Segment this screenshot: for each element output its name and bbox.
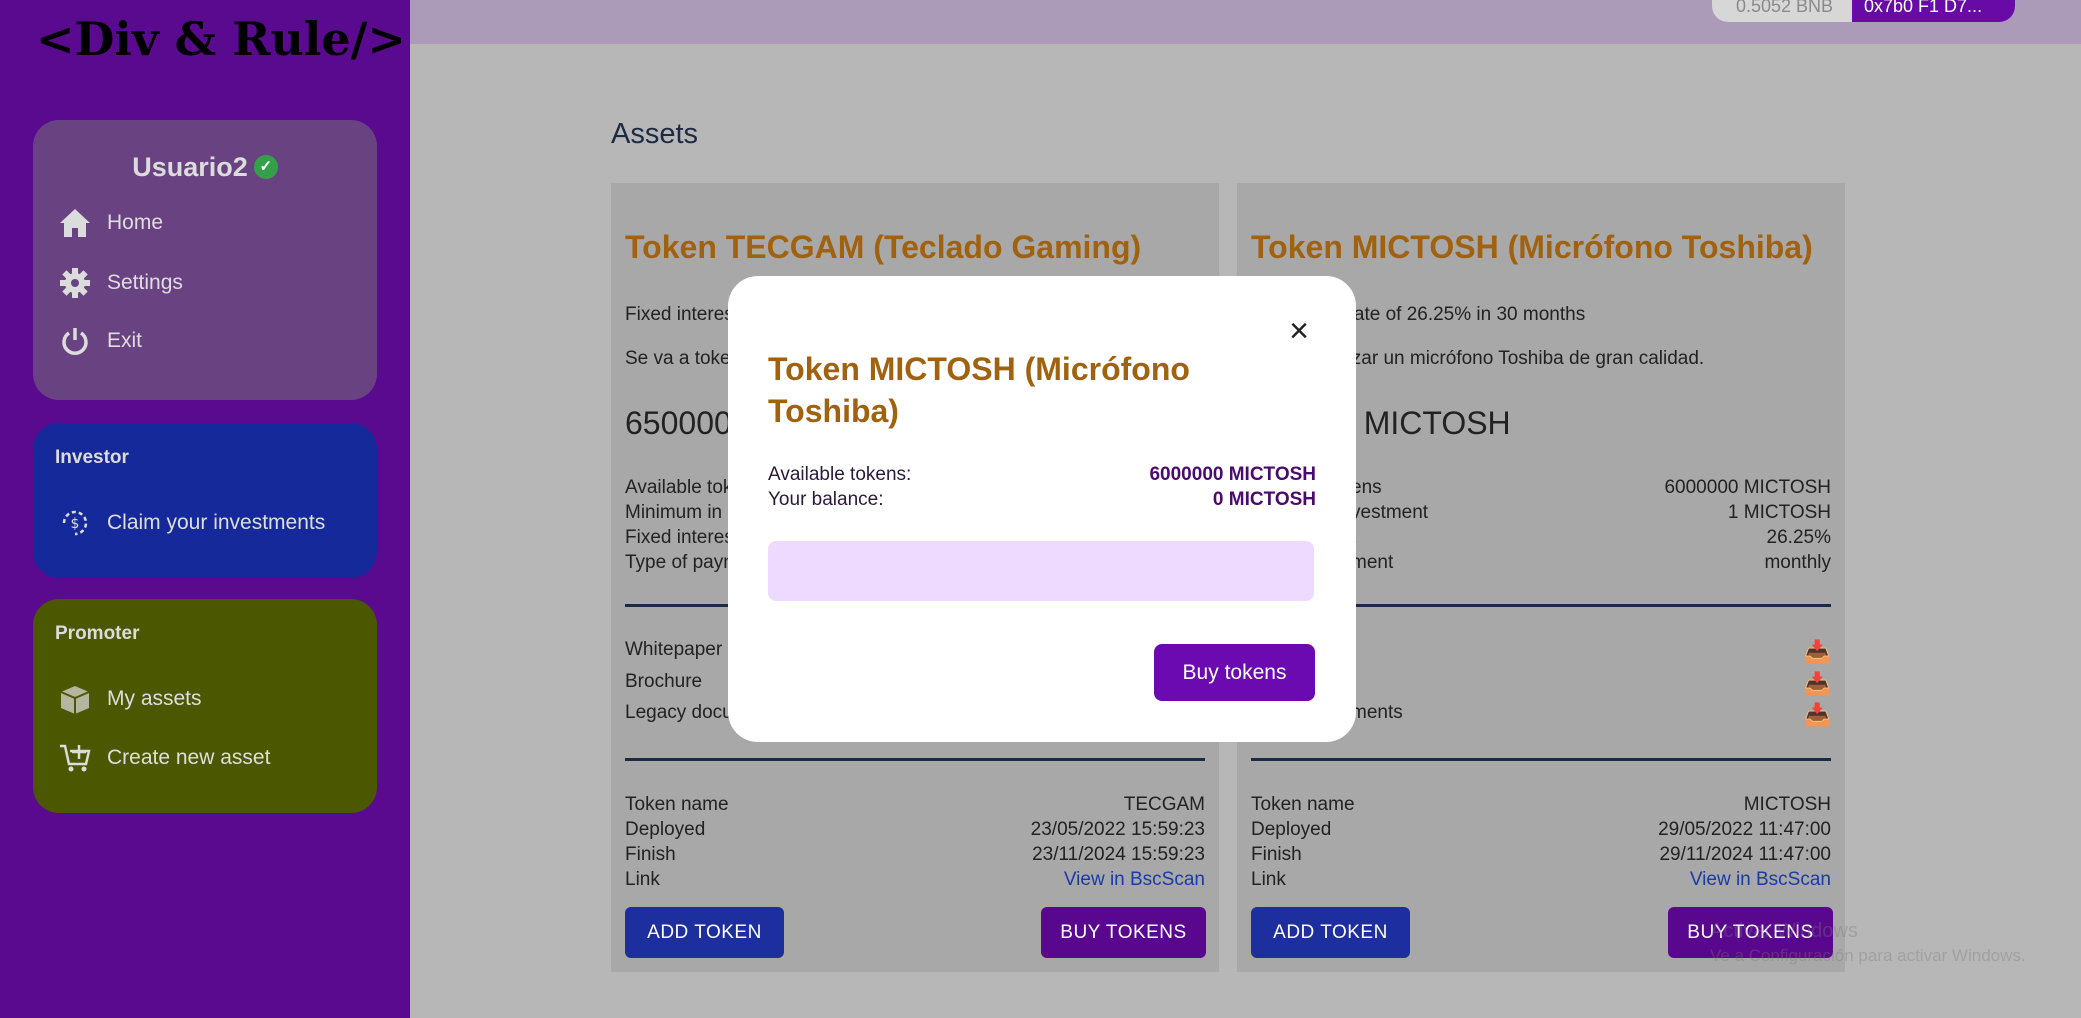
user-card: Usuario2 ✓ Home Settings Exit [33,120,377,400]
doc-label: Brochure [625,671,703,692]
page-title: Assets [611,118,699,150]
card-description: Fixed interes [625,304,734,325]
watermark-title: Activar Windows [1710,920,1858,942]
info-key: Deployed [625,819,706,840]
nav-create-asset-label: Create new asset [107,746,271,769]
nav-home-label: Home [107,211,164,234]
available-tokens-label: Available tokens: [768,464,912,485]
verified-check-icon: ✓ [253,154,278,179]
info-key: Finish [1251,844,1302,865]
info-row: Token name TECGAM [625,794,1205,816]
wallet-address-button[interactable]: 0x7b0 F1 D7... [1852,0,2015,22]
nav-claim-label: Claim your investments [107,511,326,534]
divider [1251,758,1831,761]
info-row: Link View in BscScan [625,869,1205,891]
box-icon [57,681,93,717]
info-key: Finish [625,844,676,865]
card-description: t rate of 26.25% in 30 months [1337,304,1586,325]
investor-title: Investor [55,447,129,468]
nav-settings[interactable]: Settings [57,265,183,301]
info-key: Deployed [1251,819,1332,840]
card-amount: 0 MICTOSH [1337,405,1511,441]
download-icon[interactable]: 📥 [1804,702,1831,728]
info-key: Token name [1251,794,1355,815]
svg-text:$: $ [71,516,80,532]
info-row: Link View in BscScan [1251,869,1831,891]
info-value: TECGAM [1123,794,1205,815]
row-key: Type of payn [625,552,734,573]
card-title: Token MICTOSH (Micrófono Toshiba) [1251,229,1813,265]
download-icon[interactable]: 📥 [1804,639,1831,665]
modal-title: Token MICTOSH (Micrófono Toshiba) [768,351,1190,429]
username-row: Usuario2 ✓ [33,152,377,183]
card-title: Token TECGAM (Teclado Gaming) [625,229,1142,265]
info-key: Token name [625,794,729,815]
info-value: 29/11/2024 11:47:00 [1659,844,1831,865]
nav-claim-investments[interactable]: $ Claim your investments [57,505,325,541]
token-amount-input[interactable] [768,541,1314,601]
bscscan-link[interactable]: View in BscScan [1064,869,1205,891]
info-row: Finish 29/11/2024 11:47:00 [1251,844,1831,866]
nav-exit-label: Exit [107,329,143,352]
doc-label: Legacy docu [625,702,733,723]
buy-tokens-modal: × Token MICTOSH (Micrófono Toshiba) Avai… [728,276,1356,742]
available-tokens-row: Available tokens: 6000000 MICTOSH [768,464,1316,486]
app-logo[interactable]: <Div & Rule/> [36,12,406,66]
gear-icon [57,265,93,301]
info-value: 23/11/2024 15:59:23 [1032,844,1205,865]
row-value: 26.25% [1766,527,1831,548]
card-description-2: nizar un micrófono Toshiba de gran calid… [1337,348,1705,369]
promoter-title: Promoter [55,623,140,644]
bscscan-link[interactable]: View in BscScan [1690,869,1831,891]
home-icon [57,205,93,241]
cart-plus-icon [57,740,93,776]
row-key: Available tok [625,477,733,498]
buy-tokens-button[interactable]: BUY TOKENS [1041,907,1206,958]
doc-label: Whitepaper [625,639,723,660]
nav-my-assets[interactable]: My assets [57,681,202,717]
investor-section: Investor $ Claim your investments [33,423,377,578]
nav-exit[interactable]: Exit [57,323,142,359]
dollar-refresh-icon: $ [57,505,93,541]
card-description-2: Se va a toke [625,348,731,369]
card-amount: 650000 [625,405,732,441]
info-row: Token name MICTOSH [1251,794,1831,816]
nav-settings-label: Settings [107,271,183,294]
download-icon[interactable]: 📥 [1804,671,1831,697]
balance-value: 0 MICTOSH [1212,489,1316,510]
info-value: 23/05/2022 15:59:23 [1030,819,1205,840]
info-value: 29/05/2022 11:47:00 [1658,819,1831,840]
info-row: Deployed 29/05/2022 11:47:00 [1251,819,1831,841]
info-value: MICTOSH [1743,794,1831,815]
info-key: Link [1251,869,1286,890]
info-key: Link [625,869,660,890]
bnb-balance: 0.5052 BNB [1712,0,1852,22]
balance-label: Your balance: [768,489,884,510]
nav-home[interactable]: Home [57,205,163,241]
nav-create-asset[interactable]: Create new asset [57,740,270,776]
power-icon [57,323,93,359]
divider [625,758,1205,761]
info-row: Deployed 23/05/2022 15:59:23 [625,819,1205,841]
promoter-section: Promoter My assets Create new asset [33,599,377,813]
row-key: Minimum in [625,502,723,523]
row-value: 6000000 MICTOSH [1664,477,1831,498]
add-token-button[interactable]: ADD TOKEN [1251,907,1410,958]
close-icon[interactable]: × [1286,314,1312,348]
row-value: 1 MICTOSH [1727,502,1831,523]
row-value: monthly [1764,552,1831,573]
add-token-button[interactable]: ADD TOKEN [625,907,784,958]
balance-row: Your balance: 0 MICTOSH [768,489,1316,511]
row-key: Fixed interes [625,527,734,548]
info-row: Finish 23/11/2024 15:59:23 [625,844,1205,866]
username: Usuario2 [132,152,248,182]
sidebar: <Div & Rule/> Usuario2 ✓ Home Settings Ex… [0,0,410,1018]
watermark-subtitle: Ve a Configuración para activar Windows. [1710,946,2026,965]
available-tokens-value: 6000000 MICTOSH [1149,464,1316,485]
modal-buy-tokens-button[interactable]: Buy tokens [1154,644,1315,701]
nav-my-assets-label: My assets [107,687,202,710]
